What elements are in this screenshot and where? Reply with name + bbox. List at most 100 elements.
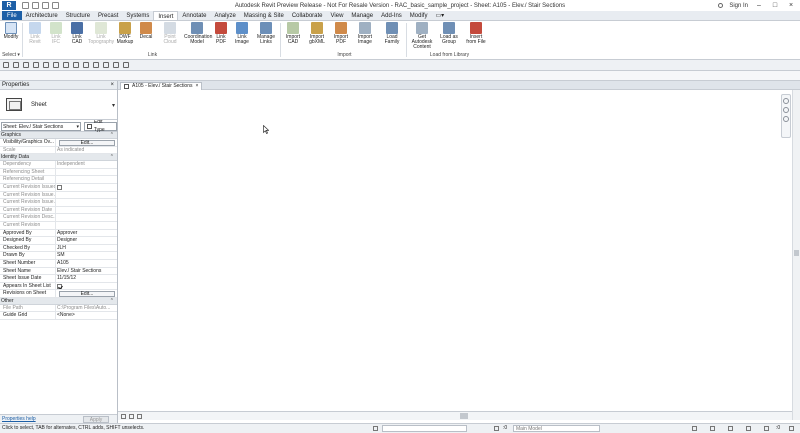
select-links-icon[interactable] <box>692 426 697 431</box>
sync-icon[interactable] <box>23 62 29 68</box>
tab-collaborate[interactable]: Collaborate <box>288 11 327 20</box>
measure-icon[interactable] <box>63 62 69 68</box>
3d-view-icon[interactable] <box>103 62 109 68</box>
select-pinned-icon[interactable] <box>728 426 733 431</box>
group-header[interactable]: Identity Data ⌃ <box>0 154 117 162</box>
horizontal-scroll-thumb[interactable] <box>460 413 468 419</box>
property-value[interactable]: JLH <box>56 245 117 252</box>
sign-in-link[interactable]: Sign In <box>729 3 748 9</box>
vertical-scrollbar[interactable] <box>792 90 800 420</box>
text-icon[interactable] <box>93 62 99 68</box>
property-value[interactable]: <None> <box>56 312 117 319</box>
chevron-down-icon[interactable]: ▾ <box>112 102 115 109</box>
tab-modify[interactable]: Modify <box>406 11 432 20</box>
open-icon[interactable] <box>22 2 29 9</box>
close-hidden-icon[interactable] <box>123 62 129 68</box>
import-import-cad-button[interactable]: Import CAD <box>283 22 303 45</box>
link-dwf-markup-button[interactable]: DWF Markup <box>115 22 135 45</box>
property-value[interactable]: SM <box>56 252 117 259</box>
tab-precast[interactable]: Precast <box>94 11 122 20</box>
property-value[interactable]: Designer <box>56 237 117 244</box>
undo-icon[interactable] <box>33 62 39 68</box>
print-icon[interactable] <box>53 62 59 68</box>
tab-structure[interactable]: Structure <box>62 11 94 20</box>
link-link-topography-button[interactable]: Link Topography <box>88 22 114 45</box>
design-options-icon[interactable] <box>494 426 499 431</box>
redo-icon[interactable] <box>52 2 59 9</box>
drawing-area[interactable] <box>118 90 792 410</box>
close-button[interactable]: × <box>786 2 796 9</box>
modify-button[interactable]: Modify <box>2 22 20 40</box>
edit-button[interactable]: Edit... <box>59 139 115 146</box>
tab-add-ins[interactable]: Add-Ins <box>377 11 406 20</box>
load-get-autodesk-content-button[interactable]: Get Autodesk Content <box>409 22 435 50</box>
link-manage-links-button[interactable]: Manage Links <box>253 22 279 45</box>
tab-insert[interactable]: Insert <box>153 11 179 20</box>
link-decal-button[interactable]: Decal <box>136 22 156 40</box>
maximize-button[interactable]: □ <box>770 2 780 9</box>
apply-button[interactable]: Apply <box>83 416 109 423</box>
instance-selector[interactable]: Sheet: Elev./ Stair Sections ▾ <box>1 121 81 131</box>
import-import-pdf-button[interactable]: Import PDF <box>331 22 351 45</box>
group-header[interactable]: Other ⌃ <box>0 297 117 305</box>
property-value[interactable]: Approver <box>56 230 117 237</box>
checkbox[interactable] <box>57 283 62 289</box>
visual-style-icon[interactable] <box>137 413 142 419</box>
link-coordination-model-button[interactable]: Coordination Model <box>184 22 212 45</box>
tag-icon[interactable] <box>83 62 89 68</box>
link-link-ifc-button[interactable]: Link IFC <box>46 22 66 45</box>
link-link-pdf-button[interactable]: Link PDF <box>211 22 231 45</box>
scale-icon[interactable] <box>121 413 126 419</box>
import-load-family-button[interactable]: Load Family <box>379 22 405 45</box>
save-icon[interactable] <box>13 62 19 68</box>
properties-help-link[interactable]: Properties help <box>2 416 36 422</box>
model-selector[interactable]: Main Model <box>513 425 600 432</box>
section-icon[interactable] <box>113 62 119 68</box>
load-load-as-group-button[interactable]: Load as Group <box>436 22 462 45</box>
scroll-thumb[interactable] <box>794 250 799 256</box>
import-import-gbxml-button[interactable]: Import gbXML <box>304 22 330 45</box>
tab-massing-site[interactable]: Massing & Site <box>240 11 288 20</box>
tab-view[interactable]: View <box>327 11 348 20</box>
redo-icon[interactable] <box>43 62 49 68</box>
collapse-icon[interactable]: ⌃ <box>110 298 114 305</box>
tab-manage[interactable]: Manage <box>347 11 377 20</box>
property-value[interactable]: Edit... <box>56 290 117 297</box>
worksets-icon[interactable] <box>373 426 378 431</box>
pan-icon[interactable] <box>783 116 789 122</box>
zoom-icon[interactable] <box>783 107 789 113</box>
tab-systems[interactable]: Systems <box>122 11 153 20</box>
tab-file[interactable]: File <box>2 11 22 20</box>
open-icon[interactable] <box>3 62 9 68</box>
tab-annotate[interactable]: Annotate <box>178 11 210 20</box>
link-point-cloud-button[interactable]: Point Cloud <box>157 22 183 45</box>
load-insert-from-file-button[interactable]: Insert from File <box>463 22 489 45</box>
select-underlay-icon[interactable] <box>710 426 715 431</box>
select-dropdown[interactable]: Select ▾ <box>2 52 20 58</box>
steering-wheel-icon[interactable] <box>783 98 789 104</box>
link-link-cad-button[interactable]: Link CAD <box>67 22 87 45</box>
edit-button[interactable]: Edit... <box>59 290 115 297</box>
group-header[interactable]: Graphics ⌃ <box>0 132 117 139</box>
property-value[interactable]: Edit... <box>56 139 117 146</box>
link-link-image-button[interactable]: Link Image <box>232 22 252 45</box>
contextual-tab-toggle-icon[interactable]: ▭▾ <box>431 11 448 20</box>
undo-icon[interactable] <box>42 2 49 9</box>
collapse-icon[interactable]: ⌃ <box>110 154 114 161</box>
minimize-button[interactable]: – <box>754 2 764 9</box>
close-icon[interactable]: × <box>110 81 114 90</box>
revit-logo[interactable]: R <box>2 1 16 10</box>
collapse-icon[interactable]: ⌃ <box>110 132 114 139</box>
view-tab[interactable]: A105 - Elev./ Stair Sections × <box>120 82 203 90</box>
link-link-revit-button[interactable]: Link Revit <box>25 22 45 45</box>
workset-selector[interactable] <box>382 425 467 432</box>
property-value[interactable]: Elev./ Stair Sections <box>56 268 117 275</box>
type-selector[interactable]: Sheet ▾ <box>0 90 117 120</box>
tab-analyze[interactable]: Analyze <box>210 11 239 20</box>
property-value[interactable] <box>56 283 117 290</box>
tab-architecture[interactable]: Architecture <box>22 11 62 20</box>
property-value[interactable]: 11/15/12 <box>56 275 117 282</box>
close-icon[interactable]: × <box>196 83 199 90</box>
drag-elements-icon[interactable] <box>764 426 769 431</box>
dimension-icon[interactable] <box>73 62 79 68</box>
